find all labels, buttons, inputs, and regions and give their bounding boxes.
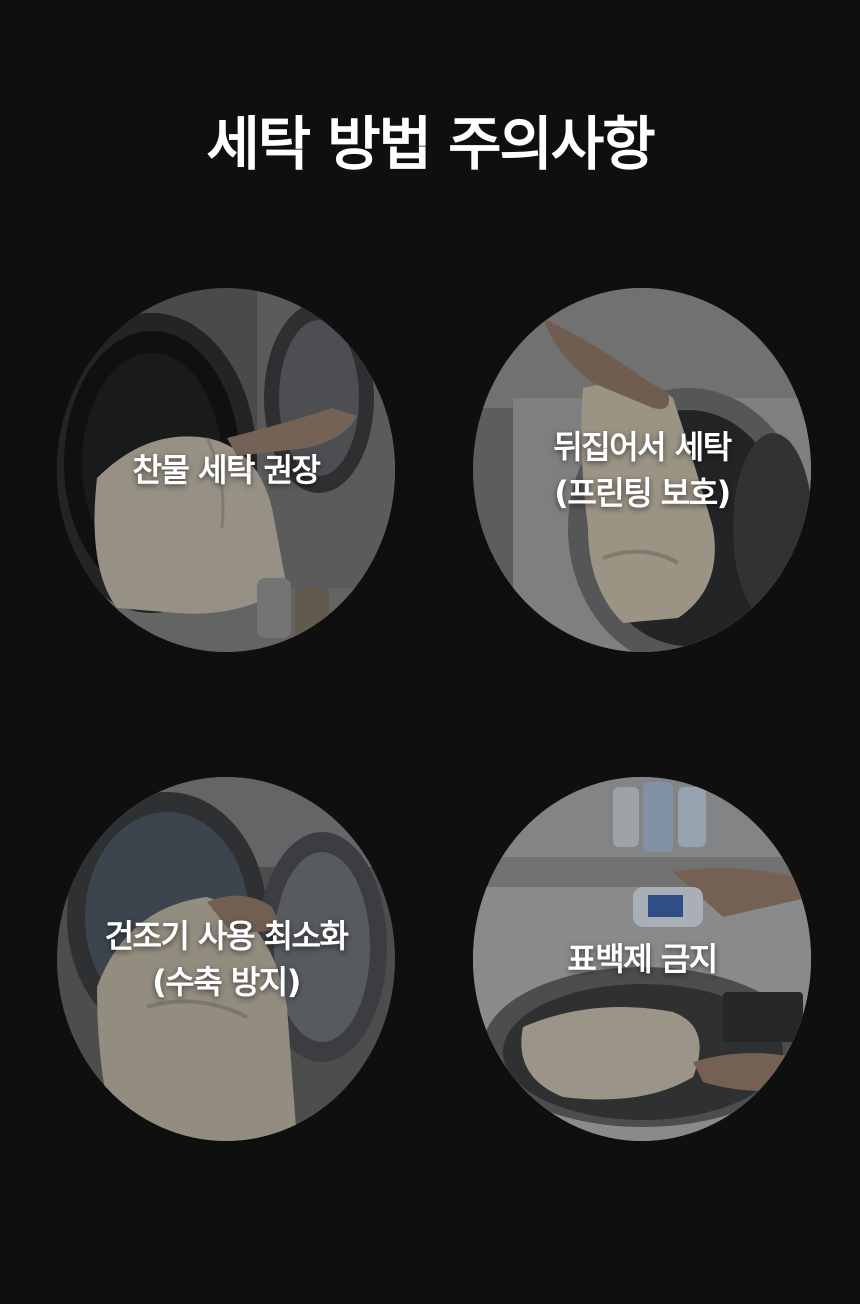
card-caption: 표백제 금지 (473, 777, 811, 1141)
care-card-inside-out: 뒤집어서 세탁 (프린팅 보호) (473, 288, 811, 652)
caption-line: (프린팅 보호) (554, 474, 731, 512)
card-caption: 찬물 세탁 권장 (57, 288, 395, 652)
card-caption: 뒤집어서 세탁 (프린팅 보호) (473, 288, 811, 652)
care-card-cold-wash: 찬물 세탁 권장 (57, 288, 395, 652)
caption-line: (수축 방지) (152, 963, 301, 1001)
caption-line: 찬물 세탁 권장 (132, 451, 321, 489)
care-card-dryer: 건조기 사용 최소화 (수축 방지) (57, 777, 395, 1141)
care-card-no-bleach: 표백제 금지 (473, 777, 811, 1141)
caption-line: 표백제 금지 (567, 940, 718, 978)
caption-line: 건조기 사용 최소화 (104, 917, 349, 955)
caption-line: 뒤집어서 세탁 (553, 428, 732, 466)
page-title: 세탁 방법 주의사항 (206, 110, 655, 178)
card-caption: 건조기 사용 최소화 (수축 방지) (57, 777, 395, 1141)
